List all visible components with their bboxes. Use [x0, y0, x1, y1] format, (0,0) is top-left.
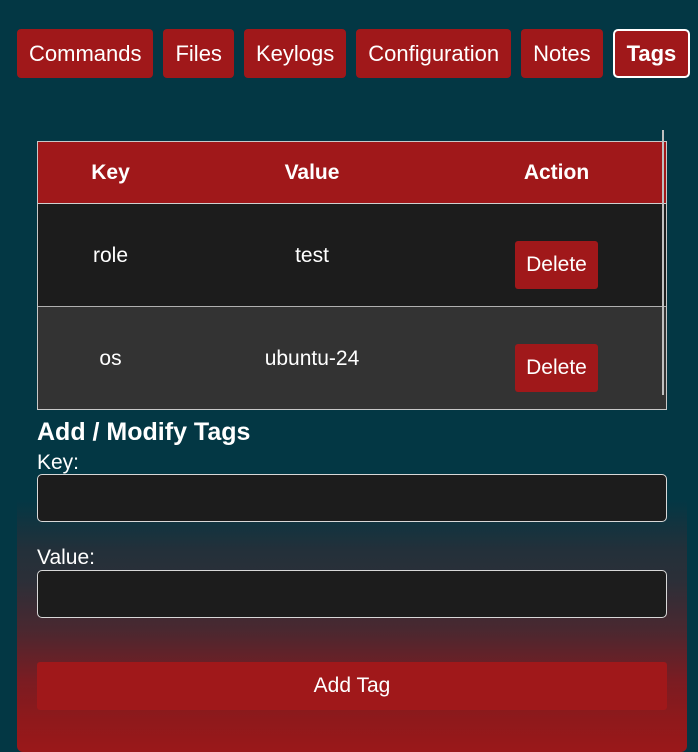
tab-configuration[interactable]: Configuration [356, 29, 512, 78]
cell-key: role [38, 203, 183, 307]
add-tag-button[interactable]: Add Tag [37, 662, 667, 710]
delete-button[interactable]: Delete [515, 344, 598, 392]
cell-action: Delete [441, 306, 666, 409]
delete-button[interactable]: Delete [515, 241, 598, 289]
table-row: os ubuntu-24 Delete [38, 306, 666, 409]
tags-panel: Key Value Action role test Delete os ubu… [17, 120, 687, 752]
key-label: Key: [37, 451, 80, 474]
header-value: Value [183, 142, 441, 204]
table-scrollbar[interactable] [662, 130, 664, 395]
value-label: Value: [37, 546, 95, 569]
form-title: Add / Modify Tags [37, 418, 251, 446]
cell-value: ubuntu-24 [183, 306, 441, 409]
cell-value: test [183, 203, 441, 307]
tab-keylogs[interactable]: Keylogs [243, 29, 347, 78]
tab-tags[interactable]: Tags [612, 29, 691, 78]
tab-commands[interactable]: Commands [17, 29, 154, 78]
cell-action: Delete [441, 203, 666, 307]
table-header-row: Key Value Action [38, 142, 666, 204]
cell-key: os [38, 306, 183, 409]
header-key: Key [38, 142, 183, 204]
key-input[interactable] [37, 474, 667, 522]
tab-notes[interactable]: Notes [521, 29, 603, 78]
tags-table-container: Key Value Action role test Delete os ubu… [37, 141, 667, 410]
tab-bar: Commands Files Keylogs Configuration Not… [17, 29, 691, 78]
table-row: role test Delete [38, 203, 666, 307]
tags-table: Key Value Action role test Delete os ubu… [38, 142, 666, 409]
value-input[interactable] [37, 570, 667, 618]
header-action: Action [441, 142, 666, 204]
tab-files[interactable]: Files [163, 29, 234, 78]
